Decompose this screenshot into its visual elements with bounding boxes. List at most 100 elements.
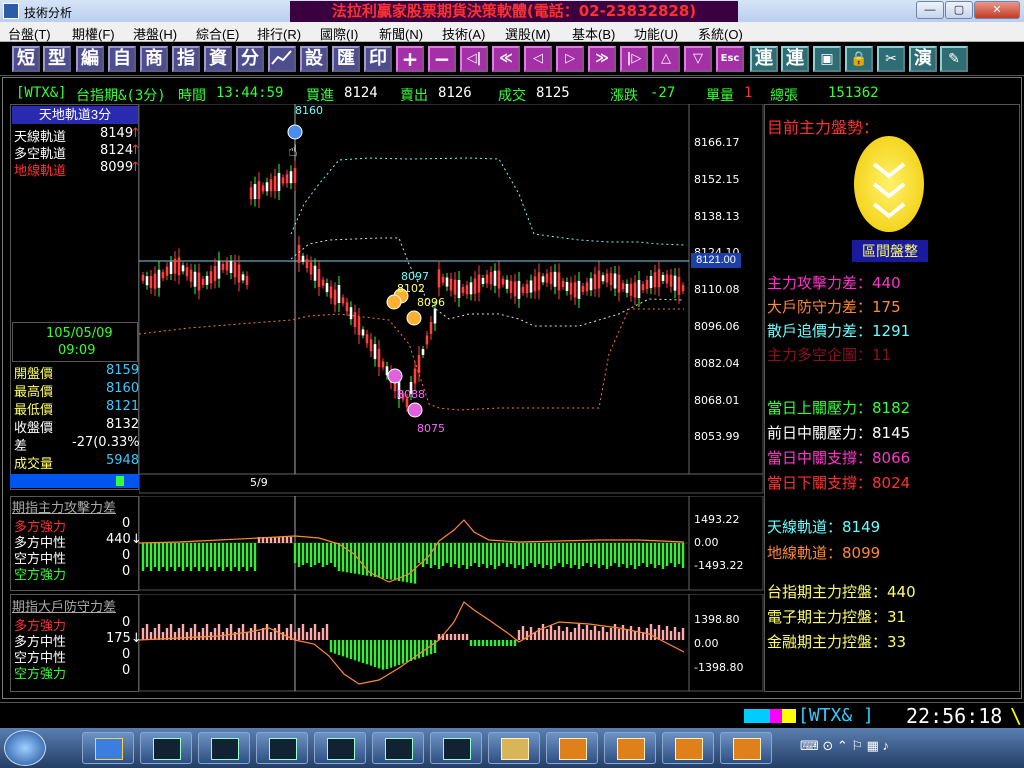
menu-item[interactable]: 國際(I): [320, 24, 358, 43]
last-page-button[interactable]: |▷: [620, 46, 648, 72]
indicator-bar: [613, 543, 617, 563]
link-button[interactable]: 連: [750, 46, 778, 72]
commodity-button[interactable]: 商: [140, 46, 168, 72]
start-button[interactable]: [4, 730, 46, 766]
forward-button[interactable]: ▷: [556, 46, 584, 72]
quote-value: 8160: [106, 381, 140, 396]
symbol-input[interactable]: [WTX& ]: [798, 705, 874, 726]
data-button[interactable]: 資: [204, 46, 232, 72]
indicator-bar: [173, 543, 177, 571]
menu-item[interactable]: 排行(R): [257, 24, 301, 43]
menu-item[interactable]: 技術(A): [442, 24, 485, 43]
first-page-button[interactable]: ◁|: [460, 46, 488, 72]
indicator-bar: [513, 543, 517, 568]
indicator-bar: [565, 627, 569, 640]
indicator-bar: [185, 632, 189, 640]
menu-item[interactable]: 期權(F): [72, 24, 115, 43]
signal-marker-icon[interactable]: [406, 310, 422, 326]
lock-icon[interactable]: 🔒: [845, 46, 873, 72]
fast-back-button[interactable]: ≪: [492, 46, 520, 72]
window-icon[interactable]: ▣: [813, 46, 841, 72]
close-button[interactable]: ✕: [974, 1, 1020, 19]
candle-body: [305, 259, 309, 269]
menu-item[interactable]: 系統(O): [698, 24, 743, 43]
split-button[interactable]: 分: [236, 46, 264, 72]
candle-body: [313, 265, 317, 281]
indicator-bar: [389, 640, 393, 668]
pattern-button[interactable]: 型: [43, 46, 71, 72]
indicator-bar: [369, 640, 373, 666]
indicator-bar: [601, 627, 605, 640]
candle-body: [501, 278, 505, 285]
taskbar-app[interactable]: [314, 732, 366, 764]
indicator-bar: [257, 632, 261, 640]
taskbar-app[interactable]: [430, 732, 482, 764]
indicator-value: 0: [122, 548, 131, 563]
taskbar-app[interactable]: [604, 732, 656, 764]
demo-button[interactable]: 演: [909, 46, 937, 72]
print-button[interactable]: 印: [364, 46, 392, 72]
back-button[interactable]: ◁: [524, 46, 552, 72]
menu-item[interactable]: 功能(U): [634, 24, 678, 43]
custom-button[interactable]: 自: [108, 46, 136, 72]
taskbar-app[interactable]: [198, 732, 250, 764]
candle-body: [673, 275, 677, 291]
indicator-bar: [597, 631, 601, 640]
menu-item[interactable]: 新聞(N): [379, 24, 423, 43]
taskbar-folder[interactable]: [488, 732, 540, 764]
indicator-bar: [385, 640, 389, 669]
signal-marker-icon[interactable]: [287, 124, 303, 140]
taskbar-app[interactable]: [256, 732, 308, 764]
minimize-button[interactable]: —: [916, 1, 944, 19]
taskbar-app[interactable]: [546, 732, 598, 764]
signal-marker-icon[interactable]: [407, 402, 423, 418]
taskbar-app[interactable]: [720, 732, 772, 764]
down-button[interactable]: ▽: [684, 46, 712, 72]
signal-marker-icon[interactable]: [386, 294, 402, 310]
escape-button[interactable]: Esc: [716, 46, 744, 72]
menu-item[interactable]: 台盤(T): [8, 24, 51, 43]
y-tick-label: 8152.15: [694, 172, 740, 186]
fast-forward-button[interactable]: ≫: [588, 46, 616, 72]
edit-button[interactable]: 編: [76, 46, 104, 72]
signal-marker-icon[interactable]: [387, 368, 403, 384]
candle-body: [605, 273, 609, 283]
link-alt-button[interactable]: 連: [781, 46, 809, 72]
chart-icon[interactable]: [268, 46, 296, 72]
taskbar-app[interactable]: [140, 732, 192, 764]
indicator-bar: [553, 543, 557, 566]
indicator-bar: [213, 543, 217, 571]
candle-body: [481, 278, 485, 285]
zoom-out-button[interactable]: −: [428, 46, 456, 72]
status-tail: \: [1010, 704, 1023, 728]
indicator-bar: [329, 543, 333, 563]
indicator-bar: [669, 543, 673, 563]
short-button[interactable]: 短: [12, 46, 40, 72]
zoom-in-button[interactable]: +: [396, 46, 424, 72]
taskbar-app[interactable]: [82, 732, 134, 764]
settings-button[interactable]: 設: [300, 46, 328, 72]
indicator-bar: [677, 632, 681, 640]
status-color-magenta: [770, 709, 782, 723]
menu-item[interactable]: 基本(B): [572, 24, 615, 43]
maximize-button[interactable]: ▢: [945, 1, 973, 19]
indicator-bar: [213, 628, 217, 640]
indicator-bar: [513, 640, 517, 646]
indicator-bar: [621, 625, 625, 640]
candle-body: [449, 278, 453, 291]
indicator-button[interactable]: 指: [172, 46, 200, 72]
menu-item[interactable]: 綜合(E): [196, 24, 239, 43]
taskbar-app[interactable]: [662, 732, 714, 764]
indicator-bar: [361, 543, 365, 575]
menu-item[interactable]: 選股(M): [505, 24, 551, 43]
candle-body: [465, 285, 469, 295]
taskbar-app[interactable]: [372, 732, 424, 764]
up-button[interactable]: △: [652, 46, 680, 72]
y-tick-label: 8166.17: [694, 136, 740, 149]
tools-icon[interactable]: ✂: [877, 46, 905, 72]
edit-note-icon[interactable]: ✎: [940, 46, 968, 72]
indicator-bar: [241, 624, 245, 640]
export-button[interactable]: 匯: [332, 46, 360, 72]
menu-item[interactable]: 港盤(H): [133, 24, 177, 43]
tray-icons[interactable]: ⌨ ⊙ ⌃ ⚐ ▦ ♪: [800, 738, 889, 754]
